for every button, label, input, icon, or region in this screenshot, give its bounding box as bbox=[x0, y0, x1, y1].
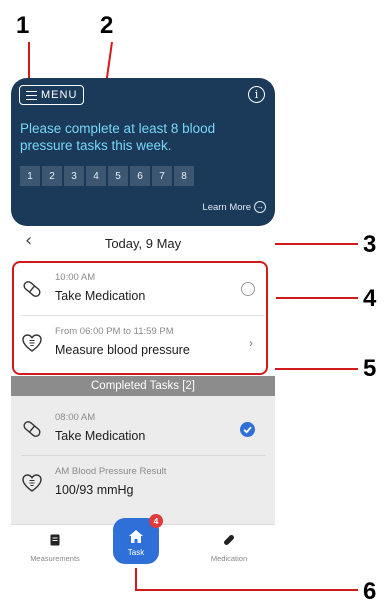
clipboard-icon bbox=[50, 534, 60, 546]
callout-4: 4 bbox=[363, 285, 377, 312]
learn-more-label: Learn More bbox=[202, 201, 251, 213]
task-progress-tiles: 1 2 3 4 5 6 7 8 bbox=[20, 166, 194, 186]
callout-5: 5 bbox=[363, 355, 377, 382]
task-tile: 1 bbox=[20, 166, 40, 186]
completed-row-blood-pressure-result[interactable]: AM Blood Pressure Result 100/93 mmHg bbox=[11, 456, 275, 510]
heart-icon bbox=[22, 334, 42, 352]
callout-2: 2 bbox=[100, 12, 114, 39]
arrow-right-circle-icon: → bbox=[254, 201, 266, 213]
task-tile: 4 bbox=[86, 166, 106, 186]
home-icon bbox=[129, 530, 143, 543]
task-count-badge: 4 bbox=[149, 514, 163, 528]
task-tile: 2 bbox=[42, 166, 62, 186]
completed-tasks-list: 08:00 AM Take Medication AM Blood Pressu… bbox=[11, 396, 275, 524]
check-circle-icon bbox=[240, 422, 255, 437]
pill-icon bbox=[23, 281, 41, 297]
task-status-checkbox[interactable] bbox=[241, 282, 255, 296]
task-time: 08:00 AM bbox=[55, 412, 96, 423]
tab-measurements[interactable]: Measurements bbox=[15, 533, 95, 563]
tab-measurements-label: Measurements bbox=[30, 554, 80, 563]
task-time: From 06:00 PM to 11:59 PM bbox=[55, 326, 174, 337]
task-row-measure-blood-pressure[interactable]: From 06:00 PM to 11:59 PM Measure blood … bbox=[11, 316, 275, 370]
task-title: Take Medication bbox=[55, 289, 146, 303]
task-tile: 5 bbox=[108, 166, 128, 186]
tab-task-label: Task bbox=[127, 548, 145, 557]
weekly-goal-message: Please complete at least 8 blood pressur… bbox=[20, 121, 216, 153]
task-time: AM Blood Pressure Result bbox=[55, 466, 167, 477]
task-title: Measure blood pressure bbox=[55, 343, 190, 357]
task-tile: 7 bbox=[152, 166, 172, 186]
callout-6-line-h bbox=[135, 589, 358, 591]
task-tile: 3 bbox=[64, 166, 84, 186]
task-title: Take Medication bbox=[55, 429, 146, 443]
task-title: 100/93 mmHg bbox=[55, 483, 134, 497]
tab-medication[interactable]: Medication bbox=[189, 533, 269, 563]
completed-row-take-medication[interactable]: 08:00 AM Take Medication bbox=[11, 402, 275, 456]
phone-screen: MENU i Please complete at least 8 blood … bbox=[11, 78, 275, 568]
task-row-take-medication[interactable]: 10:00 AM Take Medication bbox=[11, 262, 275, 316]
info-icon[interactable]: i bbox=[248, 86, 265, 103]
heart-icon bbox=[22, 474, 42, 492]
weekly-goal-banner: MENU i Please complete at least 8 blood … bbox=[11, 78, 275, 226]
callout-3: 3 bbox=[363, 231, 377, 258]
completed-tasks-header[interactable]: Completed Tasks [2] bbox=[11, 376, 275, 396]
task-tile: 8 bbox=[174, 166, 194, 186]
tab-medication-label: Medication bbox=[210, 554, 248, 563]
pill-icon bbox=[224, 535, 234, 545]
menu-button[interactable]: MENU bbox=[19, 85, 85, 105]
menu-label: MENU bbox=[41, 89, 78, 101]
date-navigator: ‹ Today, 9 May bbox=[11, 226, 275, 260]
chevron-right-icon: › bbox=[249, 336, 253, 350]
learn-more-link[interactable]: Learn More → bbox=[202, 201, 266, 213]
task-tile: 6 bbox=[130, 166, 150, 186]
callout-4-line bbox=[276, 297, 358, 299]
pill-icon bbox=[23, 421, 41, 437]
task-time: 10:00 AM bbox=[55, 272, 96, 283]
callout-1: 1 bbox=[16, 12, 30, 39]
callout-6: 6 bbox=[363, 578, 377, 605]
hamburger-icon bbox=[26, 90, 37, 100]
current-date: Today, 9 May bbox=[104, 236, 182, 251]
